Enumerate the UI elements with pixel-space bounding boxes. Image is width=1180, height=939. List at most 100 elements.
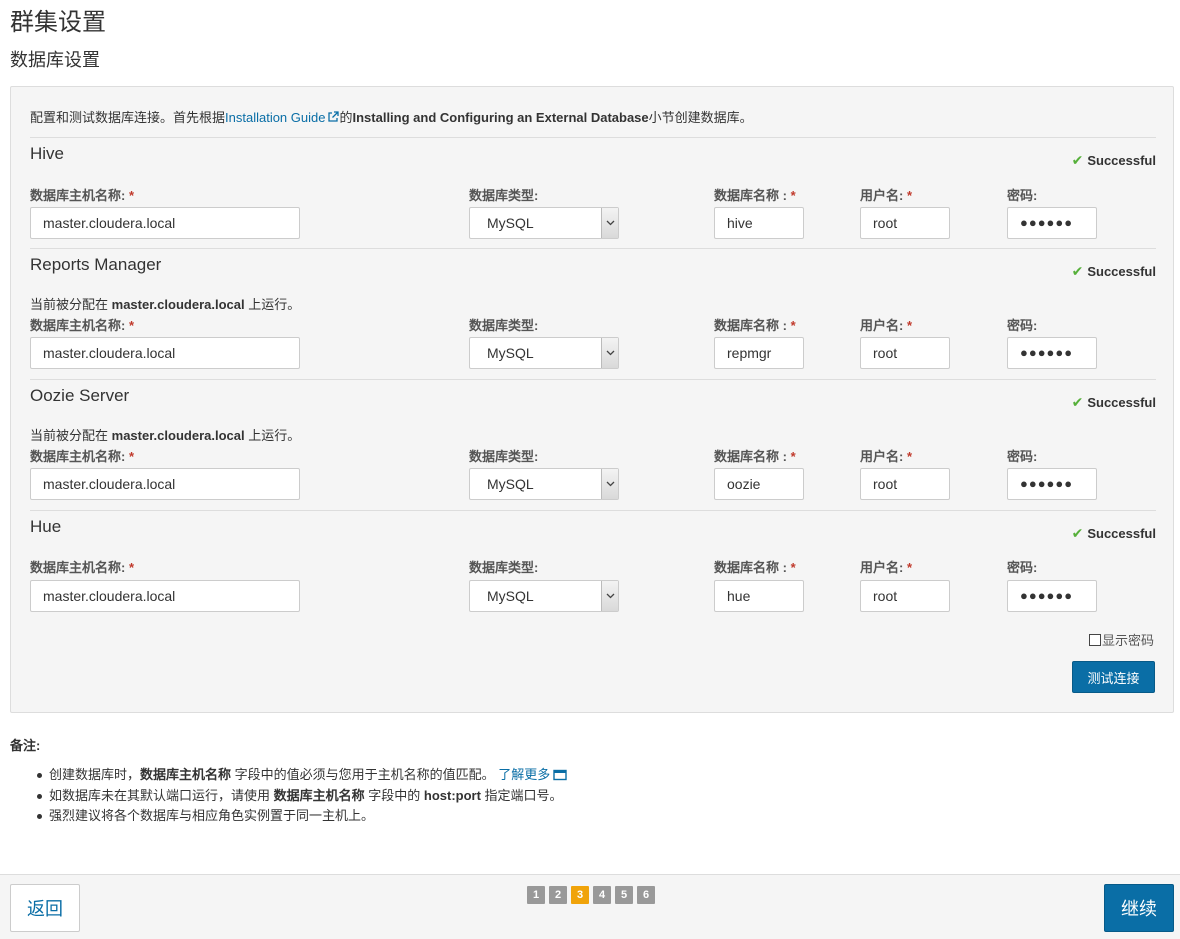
type-label: 数据库类型: — [469, 318, 539, 333]
host-input[interactable]: master.cloudera.local — [30, 207, 300, 239]
host-input[interactable]: master.cloudera.local — [30, 337, 300, 369]
user-label: 用户名: * — [860, 318, 913, 333]
section-title: Oozie Server — [30, 386, 130, 405]
user-label: 用户名: * — [860, 188, 913, 203]
host-input[interactable]: master.cloudera.local — [30, 468, 300, 500]
step-3-current: 3 — [571, 886, 589, 904]
password-input[interactable]: ●●●●●● — [1007, 207, 1097, 239]
page-title: 群集设置 — [10, 9, 106, 36]
step-4: 4 — [593, 886, 611, 904]
show-password-checkbox[interactable] — [1088, 633, 1101, 646]
db-name-input[interactable]: oozie — [714, 468, 804, 500]
status-text: Successful — [1087, 526, 1156, 541]
db-type-select[interactable]: MySQL — [469, 337, 619, 369]
installation-guide-link-label: Installation Guide — [225, 110, 326, 125]
password-label: 密码: — [1007, 449, 1038, 464]
learn-more-link[interactable]: 了解更多 — [498, 767, 567, 782]
host-label: 数据库主机名称: * — [30, 318, 135, 333]
username-input[interactable]: root — [860, 468, 950, 500]
db-name-label: 数据库名称 : * — [714, 188, 796, 203]
chevron-down-icon — [601, 208, 618, 238]
username-input[interactable]: root — [860, 337, 950, 369]
page-subtitle: 数据库设置 — [10, 50, 100, 70]
step-5: 5 — [615, 886, 633, 904]
db-name-label: 数据库名称 : * — [714, 318, 796, 333]
section-title: Hive — [30, 144, 65, 163]
section-hive: Hive ✔ Successful 数据库主机名称: * 数据库类型: 数据库名称… — [30, 137, 1156, 248]
notes-list: 创建数据库时，数据库主机名称 字段中的值必须与您用于主机名称的值匹配。 了解更多… — [36, 766, 567, 828]
installation-guide-link[interactable]: Installation Guide — [225, 110, 340, 125]
password-label: 密码: — [1007, 318, 1038, 333]
password-input[interactable]: ●●●●●● — [1007, 580, 1097, 612]
db-type-select[interactable]: MySQL — [469, 207, 619, 239]
check-icon: ✔ — [1071, 394, 1084, 410]
user-label: 用户名: * — [860, 560, 913, 575]
list-item: 强烈建议将各个数据库与相应角色实例置于同一主机上。 — [36, 807, 567, 828]
status-text: Successful — [1087, 264, 1156, 279]
new-window-icon — [553, 769, 567, 781]
test-connection-button[interactable]: 测试连接 — [1072, 661, 1155, 693]
password-label: 密码: — [1007, 188, 1038, 203]
db-name-input[interactable]: hive — [714, 207, 804, 239]
db-name-label: 数据库名称 : * — [714, 449, 796, 464]
step-1: 1 — [527, 886, 545, 904]
step-6: 6 — [637, 886, 655, 904]
user-label: 用户名: * — [860, 449, 913, 464]
continue-button[interactable]: 继续 — [1104, 884, 1174, 932]
step-indicator: 1 2 3 4 5 6 — [527, 886, 655, 904]
chevron-down-icon — [601, 581, 618, 611]
username-input[interactable]: root — [860, 207, 950, 239]
db-type-select[interactable]: MySQL — [469, 580, 619, 612]
back-button[interactable]: 返回 — [10, 884, 80, 932]
chevron-down-icon — [601, 338, 618, 368]
status-badge: ✔ Successful — [1072, 394, 1156, 411]
db-type-value: MySQL — [487, 215, 534, 231]
db-type-select[interactable]: MySQL — [469, 468, 619, 500]
type-label: 数据库类型: — [469, 188, 539, 203]
assigned-host-note: 当前被分配在 master.cloudera.local 上运行。 — [30, 428, 301, 443]
password-input[interactable]: ●●●●●● — [1007, 468, 1097, 500]
status-badge: ✔ Successful — [1072, 152, 1156, 169]
db-name-input[interactable]: repmgr — [714, 337, 804, 369]
db-name-label: 数据库名称 : * — [714, 560, 796, 575]
host-label: 数据库主机名称: * — [30, 560, 135, 575]
list-item: 创建数据库时，数据库主机名称 字段中的值必须与您用于主机名称的值匹配。 了解更多 — [36, 766, 567, 787]
intro-bold-section-name: Installing and Configuring an External D… — [352, 110, 649, 125]
host-label: 数据库主机名称: * — [30, 188, 135, 203]
password-label: 密码: — [1007, 560, 1038, 575]
host-input[interactable]: master.cloudera.local — [30, 580, 300, 612]
status-text: Successful — [1087, 395, 1156, 410]
step-2: 2 — [549, 886, 567, 904]
show-password-toggle[interactable]: 显示密码 — [1088, 630, 1154, 649]
external-link-icon — [328, 111, 340, 122]
type-label: 数据库类型: — [469, 560, 539, 575]
list-item: 如数据库未在其默认端口运行，请使用 数据库主机名称 字段中的 host:port… — [36, 787, 567, 808]
chevron-down-icon — [601, 469, 618, 499]
section-oozie-server: Oozie Server ✔ Successful 当前被分配在 master.c… — [30, 379, 1156, 510]
check-icon: ✔ — [1071, 152, 1084, 168]
db-type-value: MySQL — [487, 588, 534, 604]
status-text: Successful — [1087, 153, 1156, 168]
db-name-input[interactable]: hue — [714, 580, 804, 612]
password-input[interactable]: ●●●●●● — [1007, 337, 1097, 369]
intro-after: 小节创建数据库。 — [648, 110, 753, 125]
notes-title: 备注: — [10, 738, 41, 753]
intro-before-link: 配置和测试数据库连接。首先根据 — [30, 110, 226, 125]
assigned-host-note: 当前被分配在 master.cloudera.local 上运行。 — [30, 297, 301, 312]
username-input[interactable]: root — [860, 580, 950, 612]
section-reports-manager: Reports Manager ✔ Successful 当前被分配在 maste… — [30, 248, 1156, 379]
db-type-value: MySQL — [487, 345, 534, 361]
type-label: 数据库类型: — [469, 449, 539, 464]
section-hue: Hue ✔ Successful 数据库主机名称: * 数据库类型: 数据库名称 … — [30, 510, 1156, 621]
host-label: 数据库主机名称: * — [30, 449, 135, 464]
database-settings-panel: 配置和测试数据库连接。首先根据Installation Guide 的Instal… — [10, 86, 1174, 713]
show-password-label: 显示密码 — [1101, 633, 1154, 648]
db-type-value: MySQL — [487, 476, 534, 492]
footer-bar: 返回 1 2 3 4 5 6 继续 — [0, 874, 1180, 939]
check-icon: ✔ — [1071, 525, 1084, 541]
intro-middle: 的 — [339, 110, 353, 125]
check-icon: ✔ — [1071, 263, 1084, 279]
intro-text: 配置和测试数据库连接。首先根据Installation Guide 的Instal… — [30, 107, 753, 126]
section-title: Hue — [30, 517, 62, 536]
section-title: Reports Manager — [30, 255, 162, 274]
